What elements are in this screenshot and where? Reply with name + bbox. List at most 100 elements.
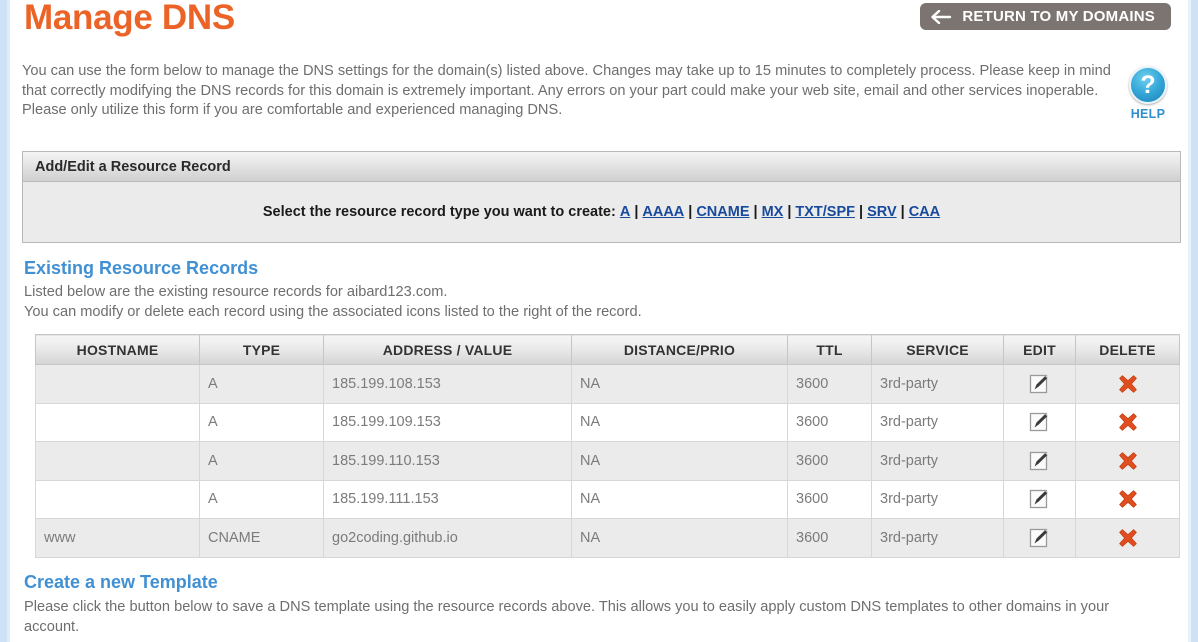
page-gutter-left: [0, 0, 10, 642]
column-header-delete: DELETE: [1075, 334, 1180, 365]
column-header-distance-prio: DISTANCE/PRIO: [571, 334, 788, 365]
column-header-ttl: TTL: [787, 334, 872, 365]
cell-edit[interactable]: [1003, 479, 1076, 519]
cell-edit[interactable]: [1003, 441, 1076, 481]
table-row: A 185.199.108.153 NA 3600 3rd-party: [35, 364, 1180, 404]
table-header-row: HOSTNAME TYPE ADDRESS / VALUE DISTANCE/P…: [35, 334, 1180, 365]
record-type-separator: |: [634, 204, 639, 220]
record-type-separator: |: [900, 204, 905, 220]
resource-records-body: A 185.199.108.153 NA 3600 3rd-party A 185.199.…: [35, 364, 1180, 558]
column-header-hostname: HOSTNAME: [35, 334, 200, 365]
edit-pencil-icon[interactable]: [1029, 488, 1051, 510]
cell-distance-prio: NA: [571, 441, 788, 481]
cell-type: A: [199, 402, 324, 442]
cell-type: CNAME: [199, 518, 324, 558]
cell-ttl: 3600: [787, 402, 872, 442]
cell-service: 3rd-party: [871, 479, 1004, 519]
resource-records-table: HOSTNAME TYPE ADDRESS / VALUE DISTANCE/P…: [35, 334, 1180, 558]
record-type-link-cname[interactable]: CNAME: [696, 204, 749, 220]
record-type-separator: |: [787, 204, 792, 220]
record-type-links: A | AAAA | CNAME | MX | TXT/SPF | SRV | CAA: [620, 204, 940, 220]
record-type-separator: |: [688, 204, 693, 220]
cell-address-value: 185.199.109.153: [323, 402, 572, 442]
cell-ttl: 3600: [787, 479, 872, 519]
column-header-address-value: ADDRESS / VALUE: [323, 334, 572, 365]
edit-pencil-icon[interactable]: [1029, 411, 1051, 433]
add-edit-resource-record-panel: Add/Edit a Resource Record Select the re…: [22, 151, 1181, 243]
table-row: A 185.199.109.153 NA 3600 3rd-party: [35, 402, 1180, 442]
cell-delete[interactable]: [1075, 364, 1180, 404]
cell-delete[interactable]: [1075, 441, 1180, 481]
cell-delete[interactable]: [1075, 402, 1180, 442]
cell-ttl: 3600: [787, 518, 872, 558]
page-content: Manage DNS RETURN TO MY DOMAINS You can …: [13, 0, 1185, 642]
record-type-link-srv[interactable]: SRV: [867, 204, 897, 220]
cell-service: 3rd-party: [871, 364, 1004, 404]
cell-ttl: 3600: [787, 441, 872, 481]
question-mark-icon: ?: [1129, 66, 1167, 104]
intro-paragraph: You can use the form below to manage the…: [22, 63, 1111, 118]
cell-service: 3rd-party: [871, 518, 1004, 558]
cell-type: A: [199, 441, 324, 481]
cell-hostname: www: [35, 518, 200, 558]
page-title: Manage DNS: [24, 0, 235, 37]
cell-hostname: [35, 364, 200, 404]
cell-service: 3rd-party: [871, 402, 1004, 442]
cell-address-value: go2coding.github.io: [323, 518, 572, 558]
cell-hostname: [35, 402, 200, 442]
existing-records-subtext-line1: Listed below are the existing resource r…: [24, 284, 448, 300]
column-header-type: TYPE: [199, 334, 324, 365]
delete-x-icon[interactable]: [1116, 487, 1140, 511]
delete-x-icon[interactable]: [1116, 410, 1140, 434]
cell-distance-prio: NA: [571, 364, 788, 404]
record-type-link-a[interactable]: A: [620, 204, 630, 220]
arrow-left-icon: [930, 9, 952, 24]
create-template-heading: Create a new Template: [24, 572, 218, 592]
cell-type: A: [199, 364, 324, 404]
cell-hostname: [35, 441, 200, 481]
cell-type: A: [199, 479, 324, 519]
edit-pencil-icon[interactable]: [1029, 373, 1051, 395]
help-button[interactable]: ? HELP: [1125, 66, 1171, 121]
cell-distance-prio: NA: [571, 479, 788, 519]
help-label: HELP: [1130, 107, 1166, 121]
create-template-subtext: Please click the button below to save a …: [24, 599, 1110, 635]
cell-hostname: [35, 479, 200, 519]
table-row: A 185.199.111.153 NA 3600 3rd-party: [35, 479, 1180, 519]
cell-address-value: 185.199.108.153: [323, 364, 572, 404]
cell-service: 3rd-party: [871, 441, 1004, 481]
record-type-prompt: Select the resource record type you want…: [262, 204, 616, 220]
record-type-link-txt-spf[interactable]: TXT/SPF: [795, 204, 855, 220]
cell-delete[interactable]: [1075, 518, 1180, 558]
panel-body: Select the resource record type you want…: [23, 182, 1180, 242]
record-type-separator: |: [859, 204, 864, 220]
cell-address-value: 185.199.111.153: [323, 479, 572, 519]
return-to-my-domains-button[interactable]: RETURN TO MY DOMAINS: [920, 3, 1171, 30]
cell-delete[interactable]: [1075, 479, 1180, 519]
cell-distance-prio: NA: [571, 402, 788, 442]
table-row: A 185.199.110.153 NA 3600 3rd-party: [35, 441, 1180, 481]
manage-dns-page: Manage DNS RETURN TO MY DOMAINS You can …: [0, 0, 1198, 642]
record-type-link-aaaa[interactable]: AAAA: [642, 204, 684, 220]
delete-x-icon[interactable]: [1116, 449, 1140, 473]
delete-x-icon[interactable]: [1116, 526, 1140, 550]
column-header-service: SERVICE: [871, 334, 1004, 365]
cell-distance-prio: NA: [571, 518, 788, 558]
panel-title: Add/Edit a Resource Record: [35, 158, 231, 175]
record-type-link-mx[interactable]: MX: [762, 204, 784, 220]
cell-address-value: 185.199.110.153: [323, 441, 572, 481]
return-button-label: RETURN TO MY DOMAINS: [962, 8, 1155, 25]
cell-edit[interactable]: [1003, 518, 1076, 558]
cell-ttl: 3600: [787, 364, 872, 404]
edit-pencil-icon[interactable]: [1029, 450, 1051, 472]
cell-edit[interactable]: [1003, 364, 1076, 404]
edit-pencil-icon[interactable]: [1029, 527, 1051, 549]
record-type-link-caa[interactable]: CAA: [909, 204, 940, 220]
column-header-edit: EDIT: [1003, 334, 1076, 365]
panel-header: Add/Edit a Resource Record: [23, 152, 1180, 182]
existing-records-subtext-line2: You can modify or delete each record usi…: [24, 303, 642, 320]
existing-records-subtext: Listed below are the existing resource r…: [24, 283, 1124, 322]
cell-edit[interactable]: [1003, 402, 1076, 442]
record-type-separator: |: [753, 204, 758, 220]
delete-x-icon[interactable]: [1116, 372, 1140, 396]
